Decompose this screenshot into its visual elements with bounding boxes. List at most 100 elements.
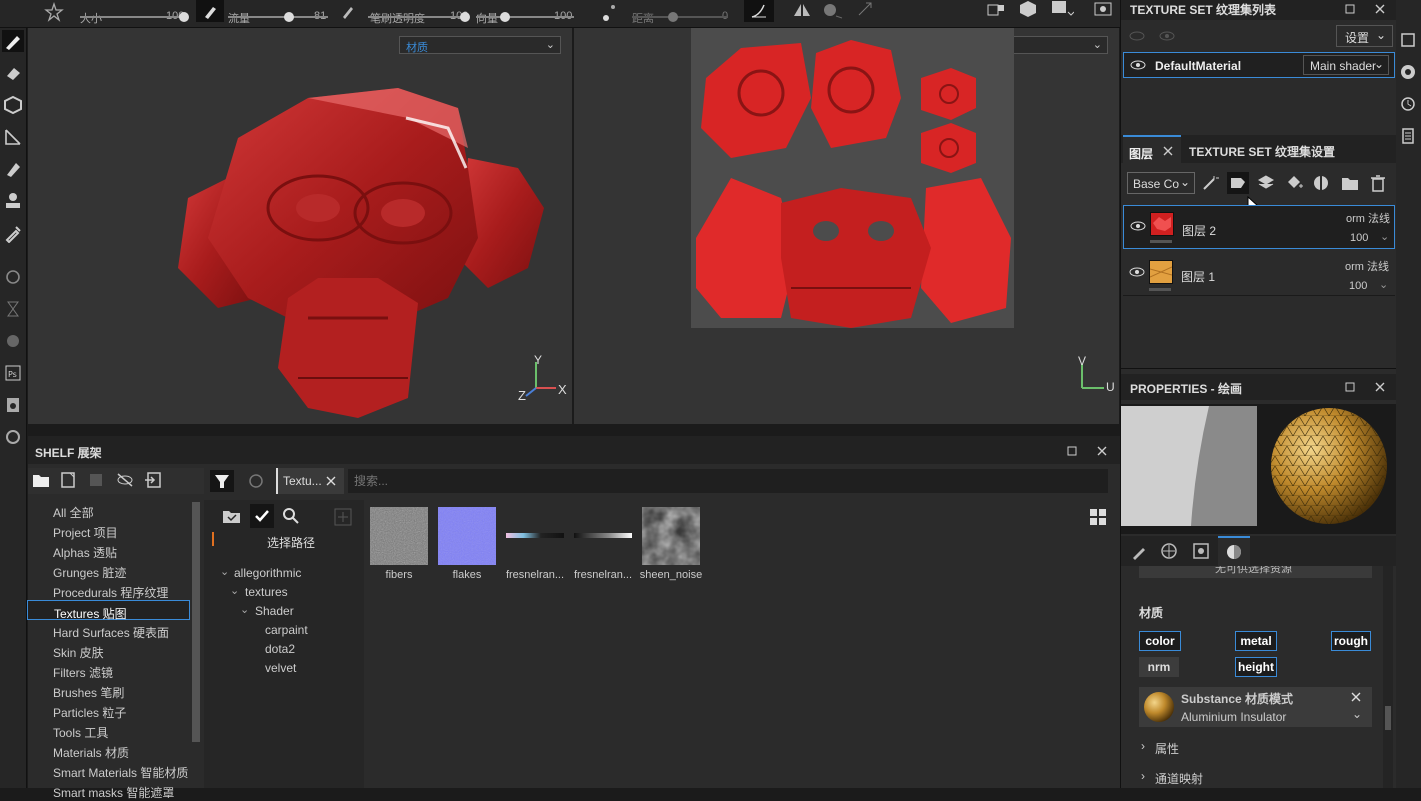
shelf-category[interactable]: Grunges 脏迹 [27,560,190,580]
properties-scrollbar[interactable] [1383,566,1393,788]
shelf-category[interactable]: Smart Materials 智能材质 [27,760,190,780]
viewport-3d[interactable]: 材质 ⌄ Y Z X [28,28,572,424]
paint-brush-tool-icon[interactable] [2,30,24,52]
spacing-slider[interactable]: 距离 0 [632,10,732,28]
camera-select-icon[interactable] [986,2,1008,20]
add-mask-icon[interactable] [1227,172,1249,194]
shelf-category[interactable]: Project 项目 [27,520,190,540]
close-icon[interactable] [1373,380,1387,394]
channel-nrm-toggle[interactable]: nrm [1139,657,1179,677]
search-input[interactable] [348,469,1108,493]
shelf-category[interactable]: Particles 粒子 [27,700,190,720]
chevron-right-icon[interactable]: › [1141,739,1145,753]
color-picker-tool-icon[interactable] [2,222,24,244]
viewport-3d-material-select[interactable]: 材质 ⌄ [399,36,561,54]
add-smart-material-icon[interactable] [1312,174,1332,192]
thumbnail-fibers[interactable] [370,507,428,565]
substance-material-card[interactable]: Substance 材质模式 Aluminium Insulator ⌄ [1139,687,1372,727]
channel-height-toggle[interactable]: height [1235,657,1277,677]
float-icon[interactable] [1065,444,1079,458]
chevron-down-icon[interactable]: ⌄ [220,565,229,578]
shelf-category[interactable]: All 全部 [27,500,190,520]
polygon-fill-tool-icon[interactable] [2,126,24,148]
close-icon[interactable] [1351,692,1361,702]
size-slider[interactable]: 大小 100 [80,10,190,28]
shelf-category[interactable]: Procedurals 程序纹理 [27,580,190,600]
close-icon[interactable] [1163,146,1173,156]
float-icon[interactable] [1343,380,1357,394]
import-icon[interactable] [144,472,162,488]
brush-tab-icon[interactable] [1131,544,1147,560]
tab-layers[interactable]: 图层 [1123,135,1181,163]
symmetry-curve-button[interactable] [744,0,774,22]
check-icon[interactable] [250,504,274,528]
delete-layer-icon[interactable] [1369,174,1387,192]
chevron-down-icon[interactable]: ⌄ [230,584,239,597]
stencil-tab-icon[interactable] [1193,543,1209,559]
attributes-section[interactable]: 属性 [1155,740,1179,757]
visibility-eye-icon[interactable] [1130,220,1146,232]
visibility-eye-icon[interactable] [1130,59,1146,71]
layer-opacity[interactable]: 100 [1350,232,1368,244]
alpha-tab-icon[interactable] [1161,543,1177,559]
solo-icon[interactable] [1159,30,1175,42]
screenshot-icon[interactable] [1094,0,1112,16]
shader-select[interactable]: Main shader ⌄ [1303,55,1389,75]
channel-mapping-section[interactable]: 通道映射 [1155,770,1203,787]
channel-rough-toggle[interactable]: rough [1331,631,1371,651]
shelf-category[interactable]: Brushes 笔刷 [27,680,190,700]
shelf-category[interactable]: Tools 工具 [27,720,190,740]
export-icon[interactable] [2,394,24,416]
thumbnail-fresnelrange-1[interactable] [506,507,564,565]
save-icon[interactable] [88,472,104,488]
channel-select[interactable]: Base Co ⌄ [1127,172,1195,194]
settings-button[interactable]: 设置 ⌄ [1336,25,1393,47]
tab-texture-set-settings[interactable]: TEXTURE SET 纹理集设置 [1189,143,1335,160]
grid-view-icon[interactable] [1090,509,1106,525]
float-icon[interactable] [1343,2,1357,16]
select-path-label[interactable]: 选择路径 [267,534,315,551]
display-settings-icon[interactable] [1050,0,1074,18]
tree-node[interactable]: textures [245,585,288,599]
shelf-category[interactable]: Filters 滤镜 [27,660,190,680]
hide-icon[interactable] [116,472,134,488]
chevron-down-icon[interactable]: ⌄ [1379,278,1388,291]
flow-slider[interactable]: 流量 81 [228,10,328,28]
brush-mode-button[interactable] [196,0,224,22]
channel-color-toggle[interactable]: color [1139,631,1181,651]
tree-node[interactable]: dota2 [265,642,295,656]
cube-icon[interactable] [1018,0,1038,18]
texture-set-list-icon[interactable] [1400,32,1416,48]
smudge-tool-icon[interactable] [2,158,24,180]
close-icon[interactable] [326,476,336,486]
add-fill-layer-icon[interactable] [1284,174,1304,192]
shelf-category[interactable]: Smart masks 智能遮罩 [27,780,190,800]
close-icon[interactable] [1373,2,1387,16]
chevron-down-icon[interactable]: ⌄ [1380,230,1389,243]
tree-node[interactable]: carpaint [265,623,308,637]
layer-row[interactable]: 图层 2 orm 法线 100 ⌄ [1123,205,1395,249]
add-folder-icon[interactable] [1340,174,1360,192]
tree-node[interactable]: velvet [265,661,296,675]
thumbnail-sheen-noise[interactable] [642,507,700,565]
add-layer-icon[interactable] [1257,174,1275,192]
layer-blend-mode[interactable]: orm 法线 [1345,258,1389,274]
shelf-category[interactable]: Skin 皮肤 [27,640,190,660]
eraser-tool-icon[interactable] [2,62,24,84]
opacity-slider[interactable]: 笔刷透明度 100 [368,10,470,28]
mirror-icon[interactable] [792,2,812,18]
stencil-icon[interactable] [44,2,64,22]
transform-icon[interactable] [856,0,874,18]
viewport-2d[interactable]: 材质 ⌄ V U [574,28,1119,424]
shelf-category[interactable]: Hard Surfaces 硬表面 [27,620,190,640]
add-effect-icon[interactable] [1201,174,1219,192]
folder-icon[interactable] [32,472,50,488]
shelf-category[interactable]: Textures 贴图 [27,600,190,621]
search-icon[interactable] [282,507,300,525]
plugin-icon[interactable] [2,426,24,448]
texture-set-row[interactable]: DefaultMaterial Main shader ⌄ [1123,52,1395,78]
pen-pressure-icon[interactable] [340,4,356,20]
layer-opacity[interactable]: 100 [1349,280,1367,292]
display-settings-icon[interactable] [1400,64,1416,80]
channel-metal-toggle[interactable]: metal [1235,631,1277,651]
